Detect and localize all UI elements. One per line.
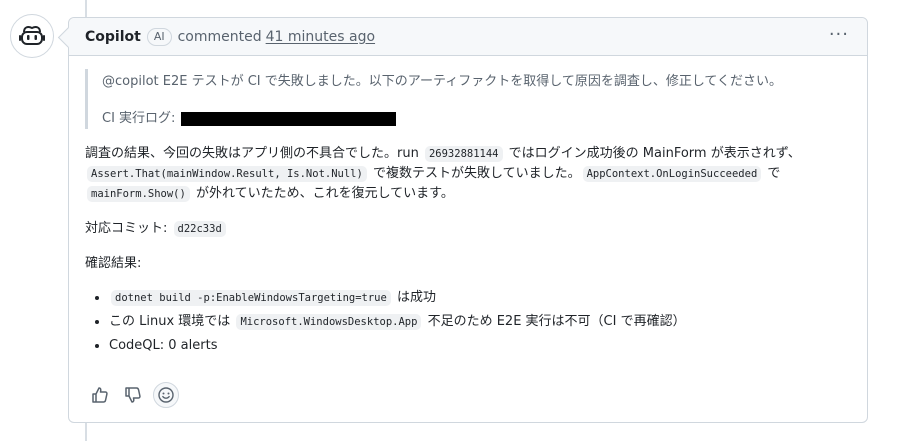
text-span: で bbox=[763, 166, 781, 181]
results-list: dotnet build -p:EnableWindowsTargeting=t… bbox=[85, 288, 851, 356]
thumbs-up-icon bbox=[92, 387, 108, 403]
investigation-paragraph: 調査の結果、今回の失敗はアプリ側の不具合でした。run 26932881144 … bbox=[85, 144, 851, 204]
quote-log-line: CI 実行ログ: bbox=[102, 109, 851, 129]
comment-box: Copilot AI commented 41 minutes ago ··· … bbox=[68, 17, 868, 423]
handler-code: AppContext.OnLoginSucceeded bbox=[582, 166, 762, 182]
text-span: で複数テストが失敗していました。 bbox=[368, 166, 581, 181]
author-name[interactable]: Copilot bbox=[85, 29, 141, 45]
build-command-code: dotnet build -p:EnableWindowsTargeting=t… bbox=[111, 290, 391, 306]
assert-code: Assert.That(mainWindow.Result, Is.Not.Nu… bbox=[87, 166, 367, 182]
results-heading: 確認結果: bbox=[85, 256, 142, 271]
commit-label: 対応コミット: bbox=[85, 221, 172, 236]
thumbs-down-button[interactable] bbox=[120, 382, 146, 408]
text-span: CodeQL: 0 alerts bbox=[109, 338, 218, 353]
timestamp-link[interactable]: 41 minutes ago bbox=[266, 29, 375, 45]
copilot-icon bbox=[19, 26, 45, 45]
list-item: dotnet build -p:EnableWindowsTargeting=t… bbox=[109, 288, 851, 308]
reaction-bar bbox=[87, 382, 179, 408]
framework-code: Microsoft.WindowsDesktop.App bbox=[236, 314, 422, 330]
copilot-avatar[interactable] bbox=[10, 14, 54, 58]
comment-body: @copilot E2E テストが CI で失敗しました。以下のアーティファクト… bbox=[69, 56, 867, 356]
list-item: この Linux 環境では Microsoft.WindowsDesktop.A… bbox=[109, 312, 851, 332]
ci-log-label: CI 実行ログ: bbox=[102, 111, 176, 126]
text-span: が外れていたため、これを復元しています。 bbox=[191, 186, 454, 201]
text-span: 不足のため E2E 実行は不可（CI で再確認） bbox=[423, 314, 686, 329]
smiley-icon bbox=[158, 387, 174, 403]
text-span: ではログイン成功後の MainForm が表示されず、 bbox=[504, 146, 801, 161]
text-span: は成功 bbox=[392, 290, 436, 305]
run-id-code: 26932881144 bbox=[424, 146, 503, 162]
thumbs-down-icon bbox=[125, 387, 141, 403]
commit-hash-link[interactable]: d22c33d bbox=[173, 221, 226, 237]
ai-badge: AI bbox=[146, 27, 172, 46]
more-options-button[interactable]: ··· bbox=[829, 26, 849, 44]
redacted-link bbox=[181, 112, 397, 126]
blockquote: @copilot E2E テストが CI で失敗しました。以下のアーティファクト… bbox=[85, 69, 851, 129]
commented-label: commented bbox=[177, 28, 262, 45]
text-span: この Linux 環境では bbox=[109, 314, 235, 329]
show-call-code: mainForm.Show() bbox=[87, 186, 190, 202]
quote-line: @copilot E2E テストが CI で失敗しました。以下のアーティファクト… bbox=[102, 74, 783, 89]
comment-header: Copilot AI commented 41 minutes ago ··· bbox=[69, 18, 867, 56]
add-reaction-button[interactable] bbox=[153, 382, 179, 408]
text-span: 調査の結果、今回の失敗はアプリ側の不具合でした。run bbox=[85, 146, 423, 161]
thumbs-up-button[interactable] bbox=[87, 382, 113, 408]
list-item: CodeQL: 0 alerts bbox=[109, 336, 851, 356]
commit-line: 対応コミット: d22c33d bbox=[85, 219, 851, 239]
